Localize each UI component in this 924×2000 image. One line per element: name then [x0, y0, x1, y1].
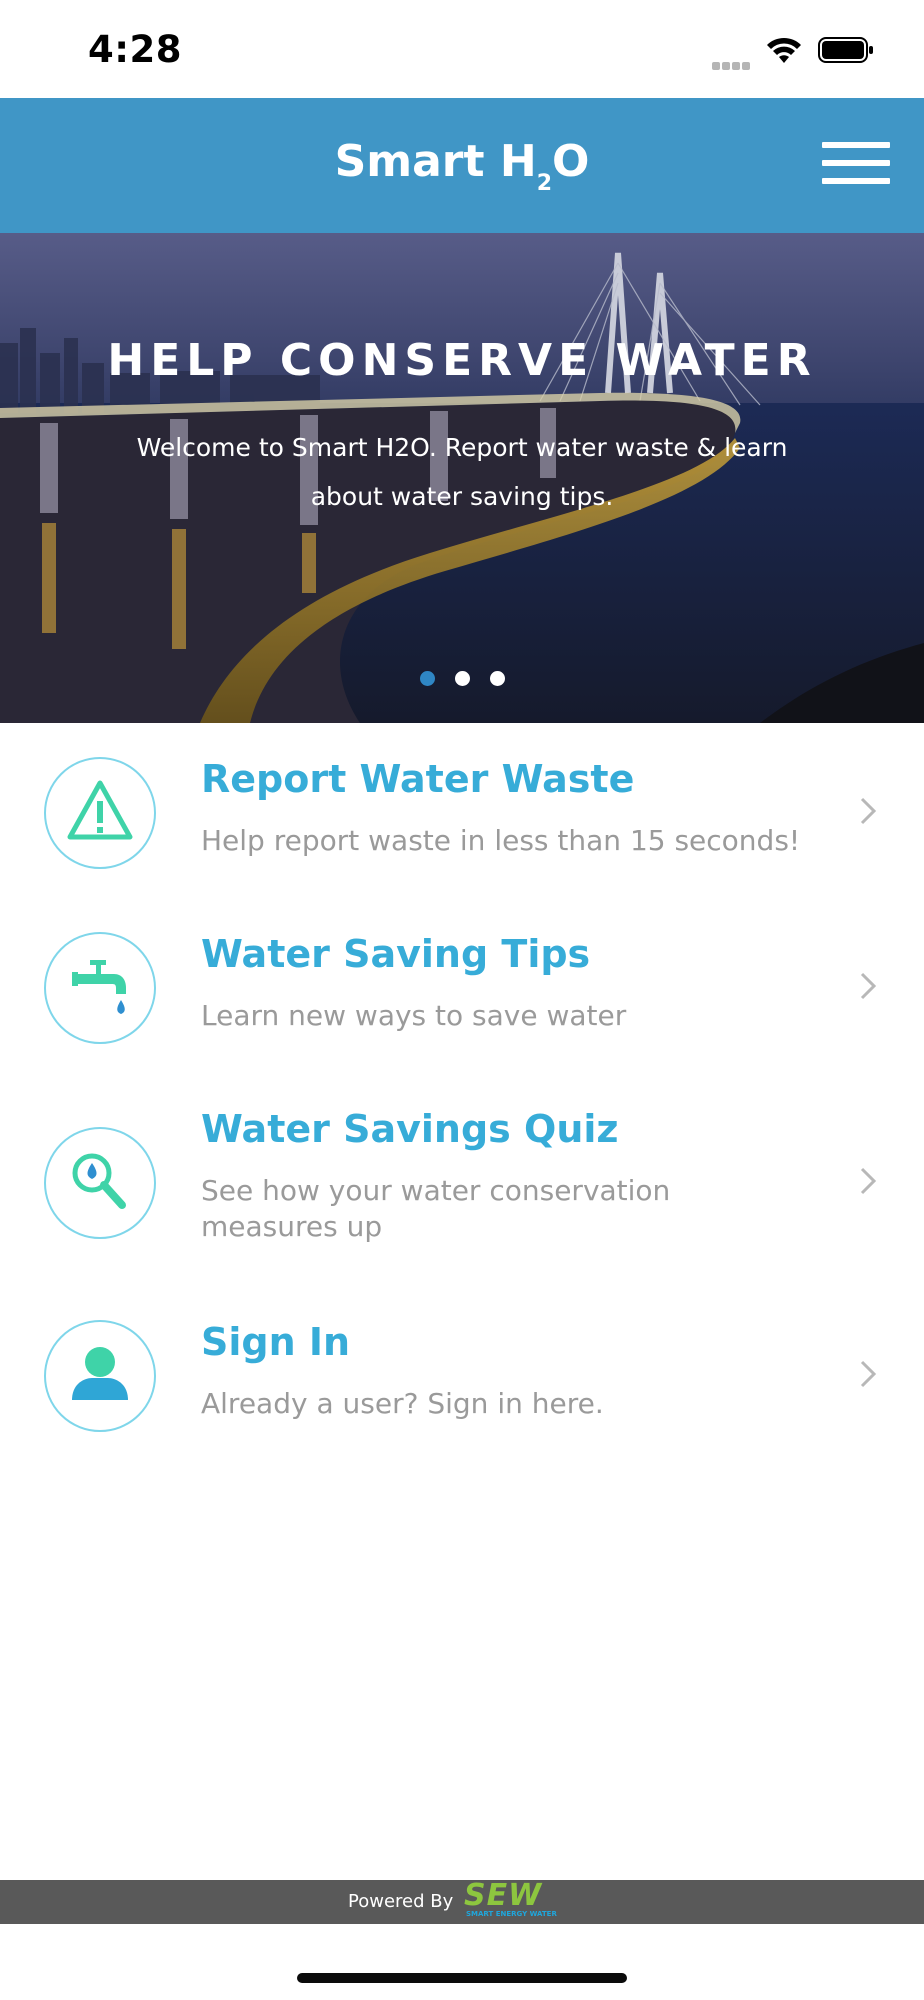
carousel-indicator[interactable] [0, 671, 924, 690]
chevron-right-icon [860, 797, 877, 825]
menu-item-description: Help report waste in less than 15 second… [201, 824, 801, 857]
menu-item-report-water-waste[interactable]: Report Water Waste Help report waste in … [0, 723, 924, 898]
menu-item-description: Already a user? Sign in here. [201, 1387, 604, 1420]
cellular-signal-icon [712, 55, 754, 70]
wifi-icon [767, 37, 801, 63]
menu-item-water-saving-tips[interactable]: Water Saving Tips Learn new ways to save… [0, 898, 924, 1073]
title-subscript: 2 [536, 171, 552, 196]
carousel-dot-3[interactable] [489, 671, 505, 686]
faucet-icon [44, 932, 156, 1044]
status-bar: 4:28 [0, 0, 924, 98]
warning-icon [44, 757, 156, 869]
carousel-dot-1[interactable] [419, 671, 435, 686]
status-time: 4:28 [88, 28, 183, 71]
hamburger-menu-icon[interactable] [822, 142, 890, 186]
menu-item-title: Water Saving Tips [201, 932, 591, 976]
hero-title: HELP CONSERVE WATER [107, 335, 817, 386]
chevron-right-icon [860, 972, 877, 1000]
carousel-dot-2[interactable] [454, 671, 470, 686]
menu-item-description: Learn new ways to save water [201, 999, 627, 1032]
footer-bar: Powered By SEW SMART ENERGY WATER [0, 1878, 924, 1924]
home-indicator[interactable] [297, 1973, 627, 1983]
magnifier-icon [44, 1127, 156, 1239]
menu-item-title: Water Savings Quiz [201, 1107, 619, 1151]
menu-item-title: Report Water Waste [201, 757, 635, 801]
menu-item-title: Sign In [201, 1320, 351, 1364]
menu-item-water-savings-quiz[interactable]: Water Savings Quiz See how your water co… [0, 1073, 924, 1286]
menu-item-description: See how your water conservation measures… [201, 1174, 671, 1243]
hero-subtitle: Welcome to Smart H2O. Report water waste… [136, 433, 788, 511]
hero-banner[interactable]: HELP CONSERVE WATER Welcome to Smart H2O… [0, 233, 924, 723]
battery-icon [818, 37, 873, 63]
menu-item-sign-in[interactable]: Sign In Already a user? Sign in here. [0, 1286, 924, 1461]
user-icon [44, 1320, 156, 1432]
chevron-right-icon [860, 1360, 877, 1388]
app-header: Smart H2O [0, 98, 924, 233]
app-title: Smart H2O [334, 136, 590, 196]
powered-by-label: Powered By [348, 1891, 454, 1912]
sew-logo: SEW SMART ENERGY WATER [464, 1878, 557, 1918]
chevron-right-icon [860, 1167, 877, 1195]
